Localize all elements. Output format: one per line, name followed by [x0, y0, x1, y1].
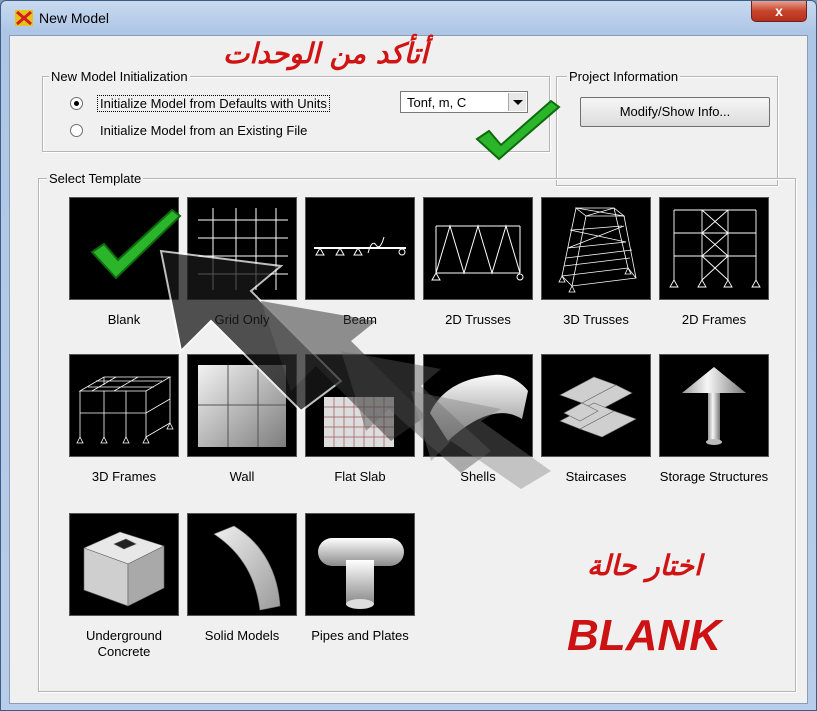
3d-truss-icon	[558, 207, 637, 293]
wall-icon	[198, 365, 286, 447]
template-underground-concrete[interactable]	[69, 513, 179, 616]
app-icon	[15, 10, 33, 26]
template-flat-slab[interactable]	[305, 354, 415, 457]
template-blank-label: Blank	[107, 312, 141, 327]
3d-frame-icon	[76, 376, 174, 444]
flat-slab-icon	[324, 397, 394, 447]
check-units-annotation: أتأكد من الوحدات	[223, 37, 428, 70]
new-model-initialization-legend: New Model Initialization	[49, 69, 190, 84]
storage-structure-icon	[682, 367, 746, 445]
template-solid-models[interactable]	[187, 513, 297, 616]
blank-annotation: BLANK	[567, 611, 721, 660]
modify-show-info-button[interactable]: Modify/Show Info...	[580, 97, 770, 127]
beam-template-icon	[314, 236, 406, 256]
staircase-icon	[559, 376, 637, 438]
template-solid-models-label: Solid Models	[204, 628, 280, 643]
project-information-group: Project Information	[556, 69, 778, 186]
choose-case-annotation: اختار حالة	[587, 549, 702, 582]
template-wall[interactable]	[187, 354, 297, 457]
pipes-plates-icon	[318, 538, 404, 609]
template-grid-only[interactable]	[187, 197, 297, 300]
template-beam[interactable]	[305, 197, 415, 300]
template-storage-structures-label: Storage Structures	[659, 469, 769, 484]
template-2d-frames[interactable]	[659, 197, 769, 300]
close-button[interactable]: x	[751, 1, 807, 22]
select-template-legend: Select Template	[47, 171, 144, 186]
template-grid-only-label: Grid Only	[214, 312, 270, 327]
template-2d-trusses[interactable]	[423, 197, 533, 300]
template-2d-frames-label: 2D Frames	[681, 312, 747, 327]
template-staircases[interactable]	[541, 354, 651, 457]
project-information-legend: Project Information	[567, 69, 681, 84]
template-wall-label: Wall	[229, 469, 255, 484]
template-3d-frames[interactable]	[69, 354, 179, 457]
template-beam-label: Beam	[343, 312, 377, 327]
template-pipes-and-plates-label: Pipes and Plates	[311, 628, 409, 643]
template-staircases-label: Staircases	[565, 469, 627, 484]
radio-existing[interactable]	[70, 124, 83, 137]
template-2d-trusses-label: 2D Trusses	[445, 312, 511, 327]
radio-defaults-label[interactable]: Initialize Model from Defaults with Unit…	[97, 95, 330, 112]
template-underground-concrete-label: Underground Concrete	[86, 628, 162, 659]
template-shells[interactable]	[423, 354, 533, 457]
template-pipes-and-plates[interactable]	[305, 513, 415, 616]
new-model-initialization-group: New Model Initialization	[42, 69, 550, 152]
title-bar[interactable]: New Model x	[1, 1, 816, 35]
template-blank[interactable]	[69, 197, 179, 300]
radio-existing-row[interactable]: Initialize Model from an Existing File	[70, 123, 307, 138]
underground-concrete-icon	[83, 531, 165, 607]
2d-truss-icon	[431, 224, 524, 281]
template-storage-structures[interactable]	[659, 354, 769, 457]
template-3d-frames-label: 3D Frames	[91, 469, 157, 484]
new-model-window: New Model x New Model Initialization Ini…	[0, 0, 817, 711]
radio-existing-label[interactable]: Initialize Model from an Existing File	[100, 123, 307, 138]
template-shells-label: Shells	[460, 469, 496, 484]
blank-template-icon	[70, 198, 178, 299]
template-flat-slab-label: Flat Slab	[334, 469, 386, 484]
chevron-down-icon[interactable]	[508, 93, 526, 111]
template-3d-trusses[interactable]	[541, 197, 651, 300]
window-title: New Model	[39, 10, 110, 26]
units-select-value: Tonf, m, C	[407, 95, 467, 110]
shell-icon	[430, 374, 528, 441]
units-select[interactable]: Tonf, m, C	[400, 91, 528, 113]
grid-template-icon	[198, 208, 288, 290]
2d-frame-icon	[669, 209, 761, 288]
dialog-client: New Model Initialization Initialize Mode…	[9, 35, 808, 704]
solid-model-icon	[213, 525, 281, 611]
template-3d-trusses-label: 3D Trusses	[563, 312, 629, 327]
radio-defaults-row[interactable]: Initialize Model from Defaults with Unit…	[70, 95, 330, 112]
radio-defaults[interactable]	[70, 97, 83, 110]
